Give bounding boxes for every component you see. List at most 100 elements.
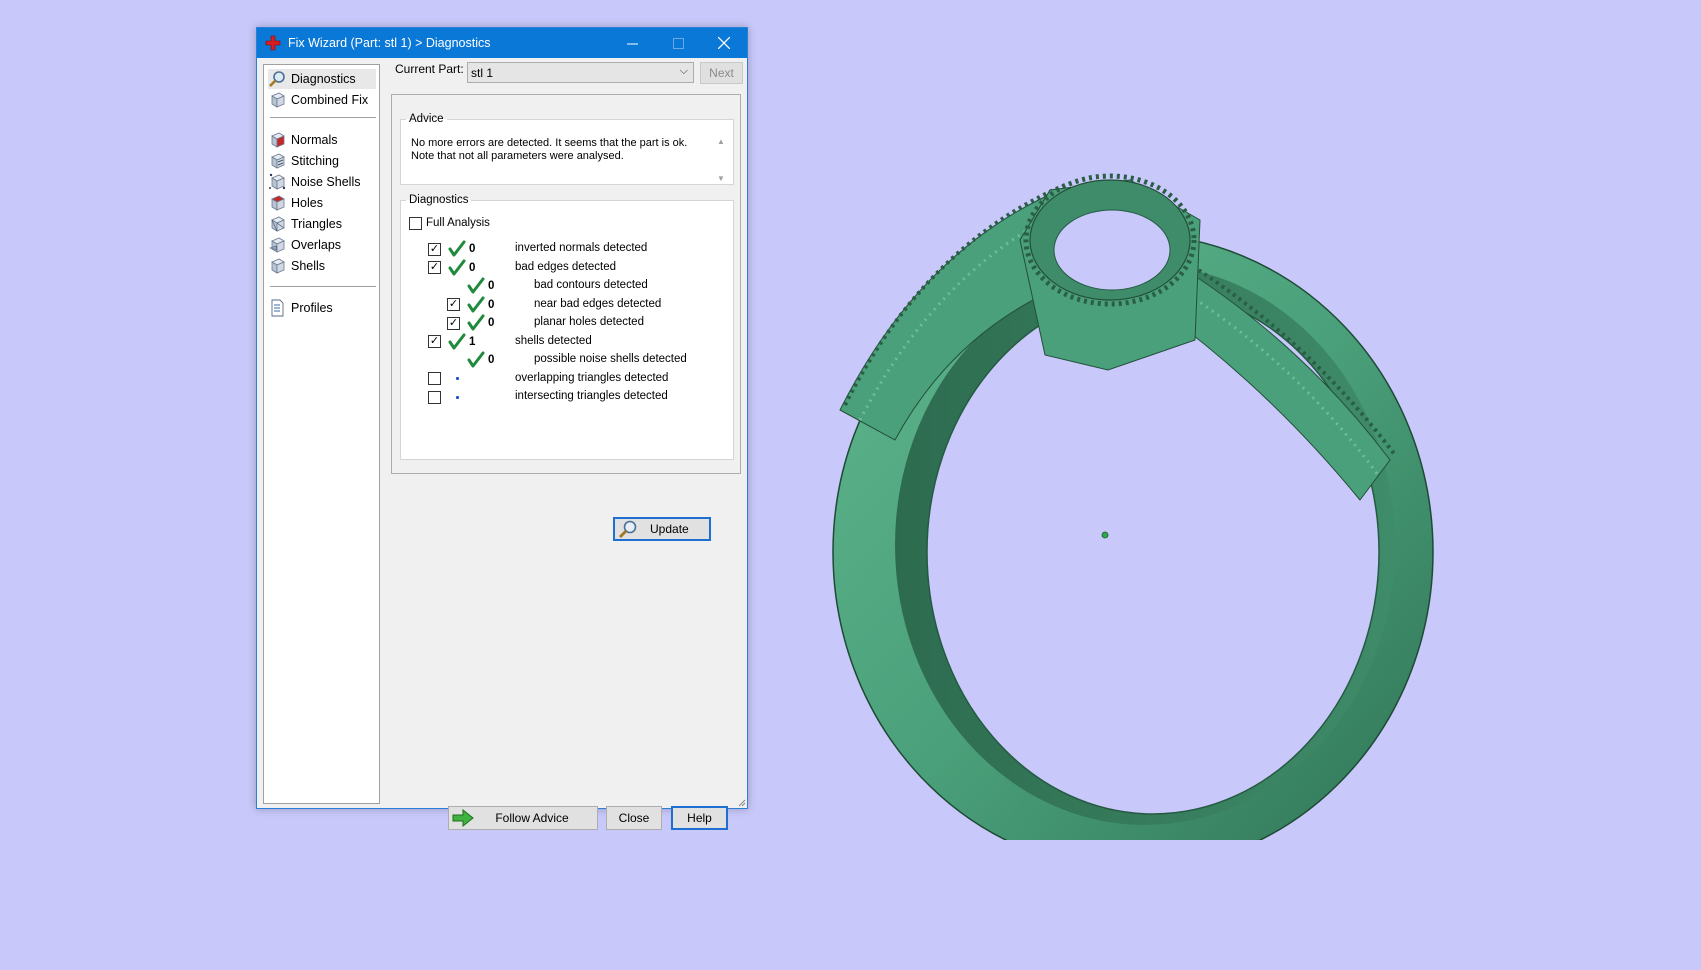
current-part-label: Current Part: — [395, 62, 464, 76]
advice-scrollbar[interactable]: ▲ ▼ — [715, 137, 727, 183]
full-analysis-label: Full Analysis — [426, 217, 490, 229]
green-check-icon — [467, 277, 485, 294]
diagnostic-count: 0 — [488, 354, 495, 366]
advice-legend: Advice — [409, 113, 444, 125]
chevron-down-icon: ⌵ — [679, 65, 688, 77]
sidebar-item-overlaps[interactable]: Overlaps — [268, 235, 376, 255]
cube-icon — [271, 92, 285, 108]
document-icon — [271, 299, 284, 317]
close-window-button[interactable] — [701, 28, 747, 58]
maximize-button[interactable] — [655, 28, 701, 58]
diagnostic-label: shells detected — [515, 334, 592, 347]
close-icon — [718, 37, 730, 49]
diagnostic-count: 0 — [488, 280, 495, 292]
title-bar[interactable]: Fix Wizard (Part: stl 1) > Diagnostics — [257, 28, 747, 58]
diagnostic-checkbox[interactable] — [428, 390, 441, 404]
diagnostic-row: ✓ 0 — [447, 296, 494, 314]
cube-stitch-icon — [271, 153, 285, 169]
diagnostic-count: 0 — [488, 298, 495, 311]
update-label: Update — [650, 522, 689, 536]
cube-red-face-icon — [271, 132, 285, 148]
scroll-down-icon[interactable]: ▼ — [717, 174, 725, 183]
sidebar-item-shells[interactable]: Shells — [268, 256, 376, 276]
full-analysis-row[interactable]: Full Analysis — [409, 214, 490, 232]
maximize-icon — [672, 37, 684, 49]
diagnostic-checkbox[interactable]: ✓ — [428, 242, 441, 256]
green-check-icon — [448, 240, 466, 257]
sidebar-item-label: Overlaps — [291, 238, 342, 252]
help-button[interactable]: Help — [671, 806, 728, 830]
diagnostic-checkbox[interactable]: ✓ — [428, 261, 441, 274]
magnifier-icon — [619, 520, 637, 538]
diagnostic-label: planar holes detected — [534, 316, 644, 328]
green-check-icon — [467, 351, 485, 368]
advice-group: Advice No more errors are detected. It s… — [400, 113, 734, 185]
diagnostic-checkbox[interactable]: ✓ — [447, 298, 460, 311]
diagnostic-row: 0 — [447, 351, 494, 369]
cube-noise-icon — [269, 173, 286, 190]
update-button[interactable]: Update — [613, 517, 711, 541]
diagnostic-label: bad contours detected — [534, 279, 648, 291]
close-button[interactable]: Close — [606, 806, 662, 830]
diagnostic-label: overlapping triangles detected — [515, 371, 669, 384]
cube-triangles-icon — [271, 216, 285, 232]
resize-grip-icon[interactable] — [736, 797, 746, 807]
sidebar-item-stitching[interactable]: Stitching — [268, 151, 376, 171]
diagnostic-row — [428, 370, 469, 388]
sidebar-item-combined-fix[interactable]: Combined Fix — [268, 90, 376, 110]
diagnostic-count: 0 — [469, 261, 476, 274]
diagnostic-row: 0 — [447, 277, 494, 295]
sidebar-item-triangles[interactable]: Triangles — [268, 214, 376, 234]
sidebar-item-diagnostics[interactable]: Diagnostics — [268, 69, 376, 89]
red-cross-icon — [265, 35, 281, 51]
sidebar-item-holes[interactable]: Holes — [268, 193, 376, 213]
wizard-sidebar: Diagnostics Combined Fix Normals Stitchi… — [263, 64, 380, 804]
diagnostic-checkbox[interactable]: ✓ — [447, 316, 460, 330]
sidebar-item-label: Stitching — [291, 154, 339, 168]
ring-model — [832, 173, 1434, 840]
diagnostic-checkbox[interactable] — [428, 372, 441, 385]
diagnostic-checkbox[interactable]: ✓ — [428, 335, 441, 348]
follow-advice-button[interactable]: Follow Advice — [448, 806, 598, 830]
green-check-icon — [448, 333, 466, 349]
green-check-icon — [467, 314, 485, 331]
diagnostic-count: 0 — [488, 317, 495, 329]
follow-advice-label: Follow Advice — [495, 811, 569, 825]
diagnostic-row: ✓ 0 — [428, 259, 475, 277]
diagnostics-legend: Diagnostics — [409, 194, 469, 206]
diagnostics-group: Diagnostics Full Analysis ✓ 0 inverted nor… — [400, 194, 734, 541]
minimize-icon — [626, 43, 638, 44]
diagnostic-label: possible noise shells detected — [534, 353, 687, 365]
diagnostic-label: inverted normals detected — [515, 242, 648, 254]
diagnostic-row: ✓ 0 — [428, 240, 475, 258]
diagnostic-row: ✓ 0 — [447, 314, 494, 332]
sidebar-separator — [270, 286, 376, 287]
minimize-button[interactable] — [609, 28, 655, 58]
diagnostic-label: intersecting triangles detected — [515, 390, 668, 402]
sidebar-item-label: Diagnostics — [291, 72, 356, 86]
diagnostic-label: near bad edges detected — [534, 297, 662, 310]
sidebar-item-normals[interactable]: Normals — [268, 130, 376, 150]
next-button[interactable]: Next — [700, 62, 743, 84]
cube-hole-icon — [271, 195, 285, 211]
sidebar-item-label: Combined Fix — [291, 93, 369, 107]
sidebar-item-noise-shells[interactable]: Noise Shells — [268, 172, 376, 192]
diagnostic-row — [428, 388, 469, 406]
current-part-value: stl 1 — [471, 65, 494, 80]
model-viewport[interactable] — [800, 140, 1440, 840]
sidebar-item-label: Normals — [291, 133, 338, 147]
sidebar-item-profiles[interactable]: Profiles — [268, 298, 376, 318]
cube-shells-icon — [271, 258, 285, 274]
advice-text: No more errors are detected. It seems th… — [411, 137, 688, 162]
pivot-point-icon — [1101, 531, 1109, 539]
diagnostic-row: ✓ 1 — [428, 333, 475, 351]
sidebar-item-label: Shells — [291, 259, 326, 273]
fix-wizard-window: Fix Wizard (Part: stl 1) > Diagnostics D… — [256, 27, 748, 830]
full-analysis-checkbox[interactable] — [409, 216, 422, 230]
green-check-icon — [448, 259, 466, 275]
current-part-select[interactable]: stl 1 ⌵ — [467, 62, 694, 83]
scroll-up-icon[interactable]: ▲ — [717, 137, 725, 146]
diagnostics-panel: Advice No more errors are detected. It s… — [391, 94, 741, 541]
diagnostic-label: bad edges detected — [515, 260, 617, 273]
green-check-icon — [467, 296, 485, 312]
